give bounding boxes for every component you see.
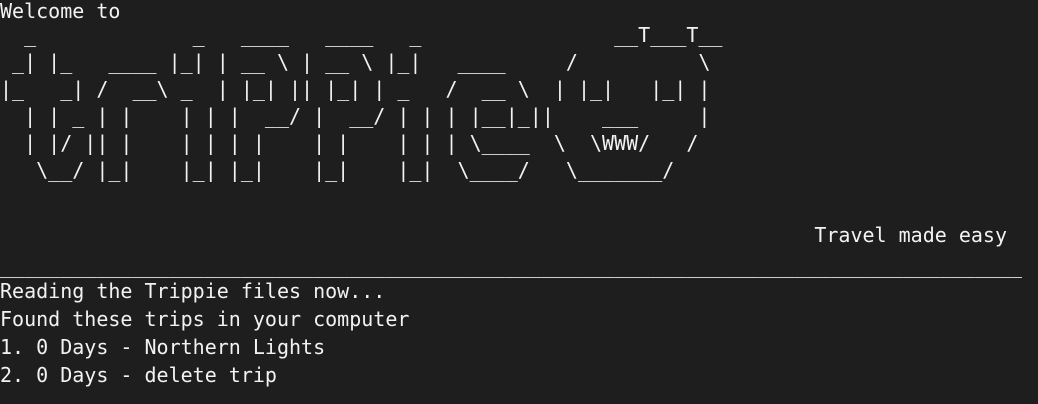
status-found-trips: Found these trips in your computer	[0, 307, 410, 331]
status-reading-files: Reading the Trippie files now...	[0, 279, 386, 303]
terminal-window[interactable]: Welcome to _ _ ____ ____ _ __T___T__ _| …	[0, 0, 1038, 404]
trip-list-item: 1. 0 Days - Northern Lights	[0, 335, 326, 359]
tagline-text: Travel made easy	[814, 223, 1007, 247]
trippie-ascii-logo: _ _ ____ ____ _ __T___T__ _| |_ ____ |_|…	[0, 23, 723, 182]
trip-list-item: 2. 0 Days - delete trip	[0, 363, 277, 387]
divider-line: ________________________________________…	[0, 254, 1022, 278]
